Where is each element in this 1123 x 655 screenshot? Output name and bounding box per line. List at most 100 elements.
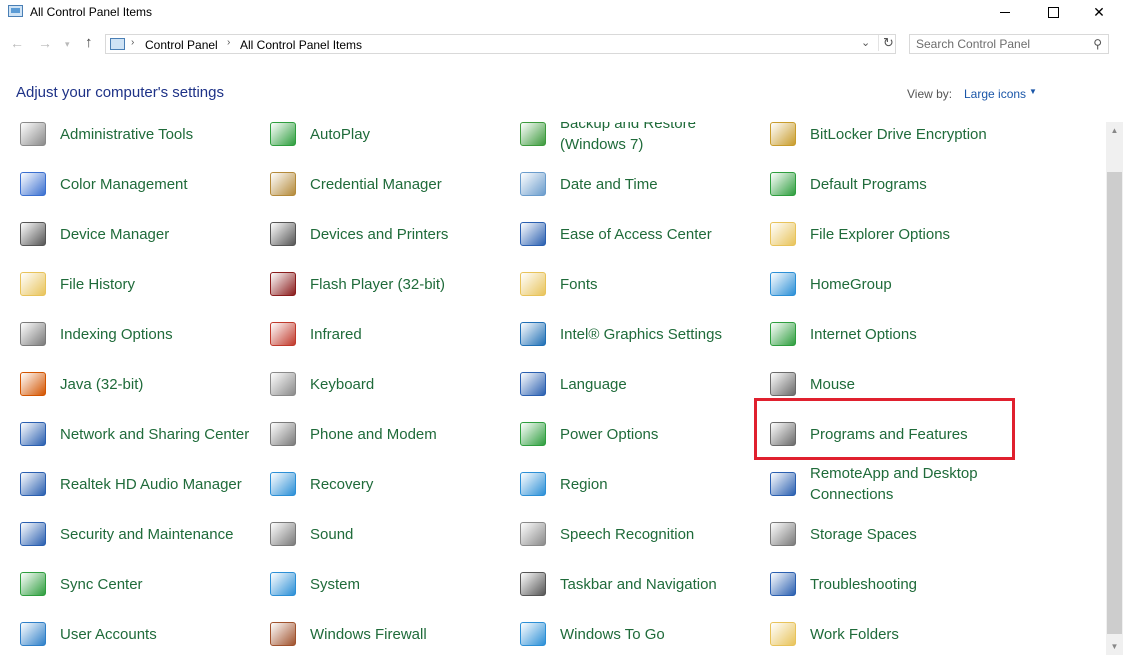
control-panel-item[interactable]: BitLocker Drive Encryption <box>767 122 1000 156</box>
control-panel-item-label[interactable]: Phone and Modem <box>310 424 500 445</box>
control-panel-item-label[interactable]: Credential Manager <box>310 174 500 195</box>
control-panel-item[interactable]: Infrared <box>267 312 500 356</box>
control-panel-item-label[interactable]: Flash Player (32-bit) <box>310 274 500 295</box>
control-panel-item[interactable]: Ease of Access Center <box>517 212 750 256</box>
control-panel-item[interactable]: Internet Options <box>767 312 1000 356</box>
control-panel-item[interactable]: Intel® Graphics Settings <box>517 312 750 356</box>
breadcrumb-all-items[interactable]: All Control Panel Items <box>240 38 362 52</box>
control-panel-item[interactable]: File History <box>17 262 250 306</box>
control-panel-item-label[interactable]: Network and Sharing Center <box>60 424 250 445</box>
control-panel-item-label[interactable]: Fonts <box>560 274 750 295</box>
control-panel-item-label[interactable]: BitLocker Drive Encryption <box>810 124 1000 145</box>
control-panel-item[interactable]: System <box>267 562 500 606</box>
control-panel-item[interactable]: Windows Firewall <box>267 612 500 655</box>
vertical-scrollbar[interactable]: ▲ ▼ <box>1106 122 1123 655</box>
control-panel-item[interactable]: Java (32-bit) <box>17 362 250 406</box>
control-panel-item-label[interactable]: Region <box>560 474 750 495</box>
control-panel-item[interactable]: Credential Manager <box>267 162 500 206</box>
control-panel-item[interactable]: Sync Center <box>17 562 250 606</box>
control-panel-item-label[interactable]: Internet Options <box>810 324 1000 345</box>
control-panel-item-label[interactable]: Mouse <box>810 374 1000 395</box>
control-panel-item-label[interactable]: Keyboard <box>310 374 500 395</box>
control-panel-item[interactable]: Flash Player (32-bit) <box>267 262 500 306</box>
control-panel-item[interactable]: AutoPlay <box>267 122 500 156</box>
control-panel-item-label[interactable]: Power Options <box>560 424 750 445</box>
control-panel-item[interactable]: Troubleshooting <box>767 562 1000 606</box>
control-panel-item-label[interactable]: Color Management <box>60 174 250 195</box>
control-panel-item[interactable]: RemoteApp and Desktop Connections <box>767 462 1000 506</box>
control-panel-item[interactable]: Storage Spaces <box>767 512 1000 556</box>
control-panel-item[interactable]: Sound <box>267 512 500 556</box>
control-panel-item-label[interactable]: Language <box>560 374 750 395</box>
control-panel-item[interactable]: HomeGroup <box>767 262 1000 306</box>
control-panel-item[interactable]: User Accounts <box>17 612 250 655</box>
control-panel-item-label[interactable]: RemoteApp and Desktop Connections <box>810 463 1000 505</box>
search-input[interactable] <box>916 37 1086 51</box>
control-panel-item[interactable]: Region <box>517 462 750 506</box>
control-panel-item-label[interactable]: Default Programs <box>810 174 1000 195</box>
control-panel-item[interactable]: Power Options <box>517 412 750 456</box>
control-panel-item-label[interactable]: Backup and Restore (Windows 7) <box>560 122 750 155</box>
control-panel-item[interactable]: Color Management <box>17 162 250 206</box>
control-panel-item[interactable]: Realtek HD Audio Manager <box>17 462 250 506</box>
control-panel-item-label[interactable]: Security and Maintenance <box>60 524 250 545</box>
control-panel-item-label[interactable]: Devices and Printers <box>310 224 500 245</box>
search-box[interactable]: ⚲ <box>909 34 1109 54</box>
control-panel-item-label[interactable]: Sync Center <box>60 574 250 595</box>
control-panel-item[interactable]: Keyboard <box>267 362 500 406</box>
control-panel-item-label[interactable]: Intel® Graphics Settings <box>560 324 750 345</box>
control-panel-item-label[interactable]: Ease of Access Center <box>560 224 750 245</box>
minimize-button[interactable] <box>982 0 1028 24</box>
control-panel-item[interactable]: Recovery <box>267 462 500 506</box>
control-panel-item-label[interactable]: Troubleshooting <box>810 574 1000 595</box>
address-dropdown-button[interactable]: ⌄ <box>861 36 870 49</box>
search-icon[interactable]: ⚲ <box>1093 37 1102 51</box>
control-panel-item-label[interactable]: Sound <box>310 524 500 545</box>
breadcrumb-separator[interactable]: › <box>131 37 134 48</box>
control-panel-item-label[interactable]: Administrative Tools <box>60 124 250 145</box>
control-panel-item[interactable]: Device Manager <box>17 212 250 256</box>
control-panel-item-label[interactable]: File Explorer Options <box>810 224 1000 245</box>
close-button[interactable]: ✕ <box>1076 0 1122 24</box>
control-panel-item[interactable]: Speech Recognition <box>517 512 750 556</box>
control-panel-item-label[interactable]: Windows To Go <box>560 624 750 645</box>
control-panel-item-label[interactable]: Infrared <box>310 324 500 345</box>
control-panel-item[interactable]: Network and Sharing Center <box>17 412 250 456</box>
breadcrumb-separator[interactable]: › <box>227 37 230 48</box>
scroll-thumb[interactable] <box>1107 172 1122 634</box>
control-panel-item-label[interactable]: User Accounts <box>60 624 250 645</box>
control-panel-item[interactable]: Backup and Restore (Windows 7) <box>517 122 750 156</box>
control-panel-item[interactable]: Language <box>517 362 750 406</box>
control-panel-item[interactable]: Fonts <box>517 262 750 306</box>
control-panel-item-label[interactable]: File History <box>60 274 250 295</box>
control-panel-item[interactable]: Taskbar and Navigation <box>517 562 750 606</box>
control-panel-item[interactable]: Phone and Modem <box>267 412 500 456</box>
recent-locations-button[interactable]: ▾ <box>65 39 70 50</box>
control-panel-item-label[interactable]: Recovery <box>310 474 500 495</box>
maximize-button[interactable] <box>1030 0 1076 24</box>
control-panel-item-label[interactable]: Device Manager <box>60 224 250 245</box>
control-panel-item[interactable]: File Explorer Options <box>767 212 1000 256</box>
forward-button[interactable]: → <box>38 35 52 51</box>
chevron-down-icon[interactable]: ▼ <box>1029 87 1037 96</box>
control-panel-item-label[interactable]: Taskbar and Navigation <box>560 574 750 595</box>
scroll-down-button[interactable]: ▼ <box>1106 638 1123 655</box>
control-panel-item-label[interactable]: Storage Spaces <box>810 524 1000 545</box>
control-panel-item-label[interactable]: Windows Firewall <box>310 624 500 645</box>
control-panel-item[interactable]: Devices and Printers <box>267 212 500 256</box>
control-panel-item-label[interactable]: Java (32-bit) <box>60 374 250 395</box>
control-panel-item-label[interactable]: Indexing Options <box>60 324 250 345</box>
breadcrumb-control-panel[interactable]: Control Panel <box>145 38 218 52</box>
control-panel-item-label[interactable]: Work Folders <box>810 624 1000 645</box>
control-panel-item-label[interactable]: System <box>310 574 500 595</box>
control-panel-item[interactable]: Security and Maintenance <box>17 512 250 556</box>
control-panel-item-label[interactable]: AutoPlay <box>310 124 500 145</box>
control-panel-item-label[interactable]: Date and Time <box>560 174 750 195</box>
control-panel-item[interactable]: Date and Time <box>517 162 750 206</box>
control-panel-item-label[interactable]: HomeGroup <box>810 274 1000 295</box>
address-bar[interactable]: › Control Panel › All Control Panel Item… <box>105 34 896 54</box>
control-panel-item[interactable]: Administrative Tools <box>17 122 250 156</box>
control-panel-item[interactable]: Work Folders <box>767 612 1000 655</box>
view-by-dropdown[interactable]: Large icons <box>964 87 1026 101</box>
scroll-up-button[interactable]: ▲ <box>1106 122 1123 139</box>
